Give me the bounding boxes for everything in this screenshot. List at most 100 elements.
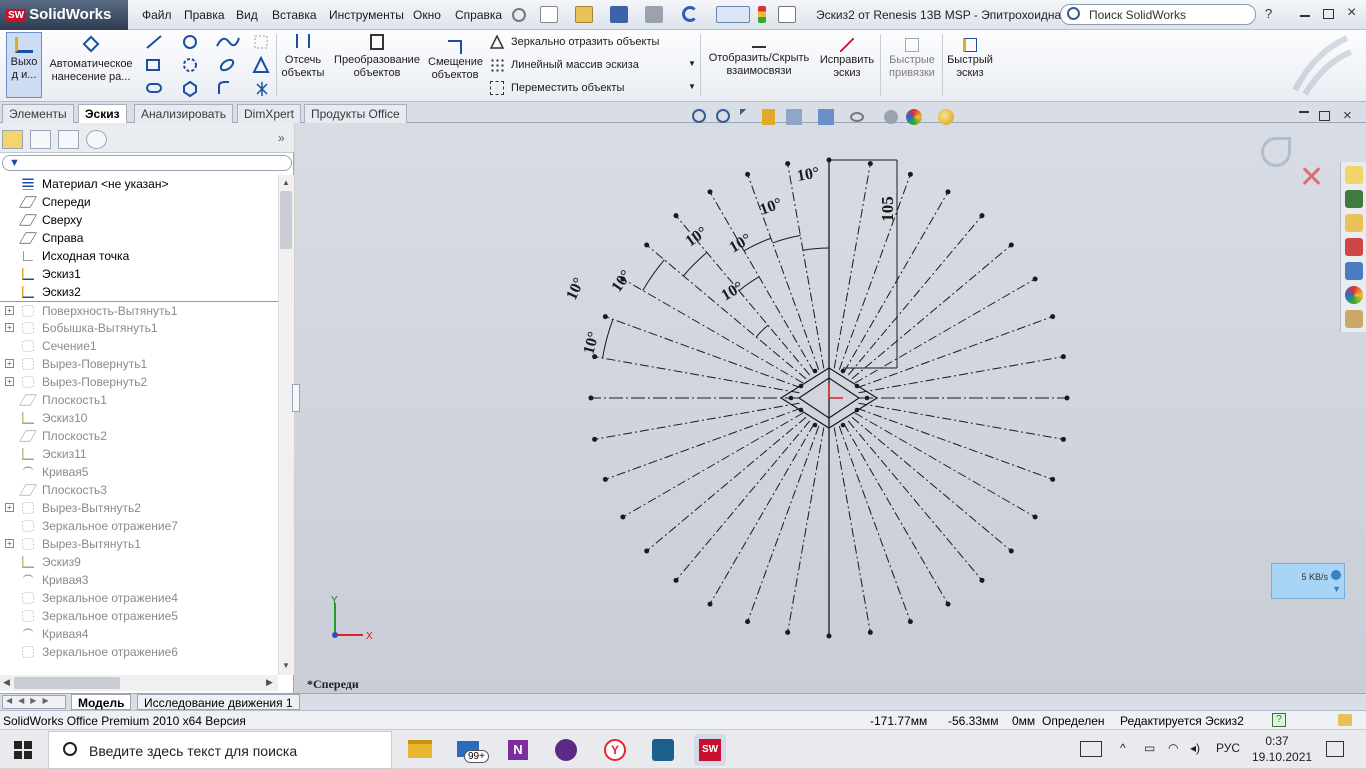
tree-scroll-thumb[interactable]: [280, 191, 292, 249]
tab-features[interactable]: Элементы: [2, 104, 74, 123]
configuration-manager-tab-icon[interactable]: [58, 130, 79, 149]
rapid-sketch-button[interactable]: Быстрый эскиз: [946, 38, 994, 80]
file-explorer-taskbar-button[interactable]: [404, 734, 436, 766]
move-entities-button[interactable]: Переместить объекты: [511, 82, 624, 94]
menu-view[interactable]: Вид: [236, 8, 258, 22]
scroll-up-icon[interactable]: ▲: [282, 178, 290, 187]
custom-properties-icon[interactable]: [1345, 310, 1363, 328]
move-dropdown-icon[interactable]: ▼: [688, 82, 696, 91]
sketch-canvas[interactable]: 10510°10°10° 10°10°10°10°10°YX: [295, 123, 1366, 693]
search-solidworks-input[interactable]: Поиск SolidWorks: [1060, 4, 1256, 25]
action-center-news-icon[interactable]: [1080, 741, 1102, 757]
menu-edit[interactable]: Правка: [184, 8, 225, 22]
show-hidden-icons[interactable]: ^: [1120, 741, 1126, 755]
file-explorer-icon[interactable]: [1345, 214, 1363, 232]
property-manager-tab-icon[interactable]: [30, 130, 51, 149]
minimize-button[interactable]: [1300, 15, 1310, 17]
menu-file[interactable]: Файл: [142, 8, 172, 22]
network-icon[interactable]: ▭: [1144, 741, 1155, 755]
graphics-viewport[interactable]: 105 10° 10° 10° 10° 10° 10° 10° 10° Y X *Спереди ×…: [295, 107, 1366, 693]
search-pane-icon[interactable]: [1345, 238, 1363, 256]
menu-help[interactable]: Справка: [455, 8, 502, 22]
scroll-right-icon[interactable]: ▶: [266, 677, 273, 688]
pin-icon[interactable]: [512, 8, 526, 22]
solidworks-taskbar-button[interactable]: SW: [694, 734, 726, 766]
close-button[interactable]: ×: [1347, 4, 1356, 22]
viewport-minimize-button[interactable]: [1299, 111, 1309, 113]
tree-item[interactable]: Зеркальное отражение7: [0, 517, 278, 535]
expand-icon[interactable]: +: [5, 323, 14, 332]
feature-manager-tab-icon[interactable]: [2, 130, 23, 149]
exit-sketch-button[interactable]: Выхо д и...: [6, 32, 42, 98]
tree-item[interactable]: Эскиз1: [0, 265, 278, 283]
linear-pattern-button[interactable]: Линейный массив эскиза: [511, 59, 639, 71]
tree-item[interactable]: Исходная точка: [0, 247, 278, 265]
section-view-icon[interactable]: [762, 109, 775, 125]
expand-icon[interactable]: +: [5, 539, 14, 548]
scroll-left-icon[interactable]: ◀: [3, 677, 10, 688]
tree-item[interactable]: + Вырез-Вытянуть1: [0, 535, 278, 553]
open-folder-icon[interactable]: [575, 6, 593, 23]
view-settings-icon[interactable]: [938, 109, 954, 125]
scroll-down-icon[interactable]: ▼: [282, 661, 290, 670]
tree-item[interactable]: Плоскость1: [0, 391, 278, 409]
media-player-taskbar-button[interactable]: [550, 734, 582, 766]
tree-item[interactable]: Сверху: [0, 211, 278, 229]
tab-model[interactable]: Модель: [71, 694, 132, 710]
viewport-close-button[interactable]: ×: [1343, 107, 1352, 124]
tab-motion-study[interactable]: Исследование движения 1: [137, 694, 300, 710]
expand-icon[interactable]: +: [5, 306, 14, 315]
help-button[interactable]: ?: [1265, 6, 1272, 21]
zoom-to-fit-icon[interactable]: [692, 109, 706, 123]
pattern-dropdown-icon[interactable]: ▼: [688, 59, 696, 68]
view-orientation-icon[interactable]: [786, 109, 802, 125]
quick-snaps-button[interactable]: Быстрые привязки: [884, 38, 940, 80]
input-language[interactable]: РУС: [1216, 741, 1240, 755]
wifi-icon[interactable]: ◠: [1168, 741, 1178, 755]
hide-show-items-icon[interactable]: [850, 112, 864, 122]
tree-item[interactable]: Эскиз9: [0, 553, 278, 571]
system-clock[interactable]: 0:37 19.10.2021: [1252, 733, 1312, 765]
tree-hscroll-thumb[interactable]: [14, 677, 120, 689]
tree-item[interactable]: Кривая4: [0, 625, 278, 643]
tree-item[interactable]: Плоскость3: [0, 481, 278, 499]
dimxpert-manager-tab-icon[interactable]: [86, 130, 107, 149]
new-document-icon[interactable]: [540, 6, 558, 23]
tab-office-products[interactable]: Продукты Office: [304, 104, 407, 123]
trim-entities-button[interactable]: Отсечь объекты: [280, 34, 326, 80]
tab-sketch[interactable]: Эскиз: [78, 104, 127, 124]
tab-navigation-arrows[interactable]: ◀◀▶▶: [2, 695, 66, 709]
tree-item[interactable]: Эскиз2: [0, 283, 278, 301]
edit-appearance-icon[interactable]: [884, 110, 898, 124]
onenote-taskbar-button[interactable]: N: [502, 734, 534, 766]
tree-item[interactable]: Эскиз10: [0, 409, 278, 427]
tree-item[interactable]: Плоскость2: [0, 427, 278, 445]
appearances-scenes-icon[interactable]: [1345, 286, 1363, 304]
network-speed-widget[interactable]: 5 KB/s ▼: [1271, 563, 1345, 599]
tree-item[interactable]: + Поверхность-Вытянуть1: [0, 301, 278, 319]
select-cursor-icon[interactable]: [716, 6, 750, 23]
apply-scene-icon[interactable]: [906, 109, 922, 125]
options-icon[interactable]: [778, 6, 796, 23]
tree-item[interactable]: Материал <не указан>: [0, 175, 278, 193]
tree-item[interactable]: + Вырез-Повернуть2: [0, 373, 278, 391]
tree-filter-input[interactable]: ▼: [2, 155, 292, 171]
expand-icon[interactable]: +: [5, 359, 14, 368]
panel-resize-handle[interactable]: [292, 384, 300, 412]
tab-evaluate[interactable]: Анализировать: [134, 104, 233, 123]
confirmation-corner-exit-icon[interactable]: [1261, 137, 1291, 167]
menu-insert[interactable]: Вставка: [272, 8, 317, 22]
tree-item[interactable]: Зеркальное отражение5: [0, 607, 278, 625]
save-icon[interactable]: [610, 6, 628, 23]
tree-item[interactable]: + Вырез-Вытянуть2: [0, 499, 278, 517]
expand-icon[interactable]: +: [5, 503, 14, 512]
print-icon[interactable]: [645, 6, 663, 23]
traffic-light-icon[interactable]: [758, 6, 766, 23]
repair-sketch-button[interactable]: Исправить эскиз: [818, 38, 876, 80]
tree-vertical-scrollbar[interactable]: [278, 175, 294, 675]
notifications-icon[interactable]: [1326, 741, 1344, 757]
quick-tips-icon[interactable]: ?: [1272, 713, 1286, 727]
expand-panel-icon[interactable]: »: [278, 131, 285, 145]
viewport-restore-button[interactable]: [1319, 111, 1330, 121]
previous-view-icon[interactable]: [740, 109, 756, 125]
